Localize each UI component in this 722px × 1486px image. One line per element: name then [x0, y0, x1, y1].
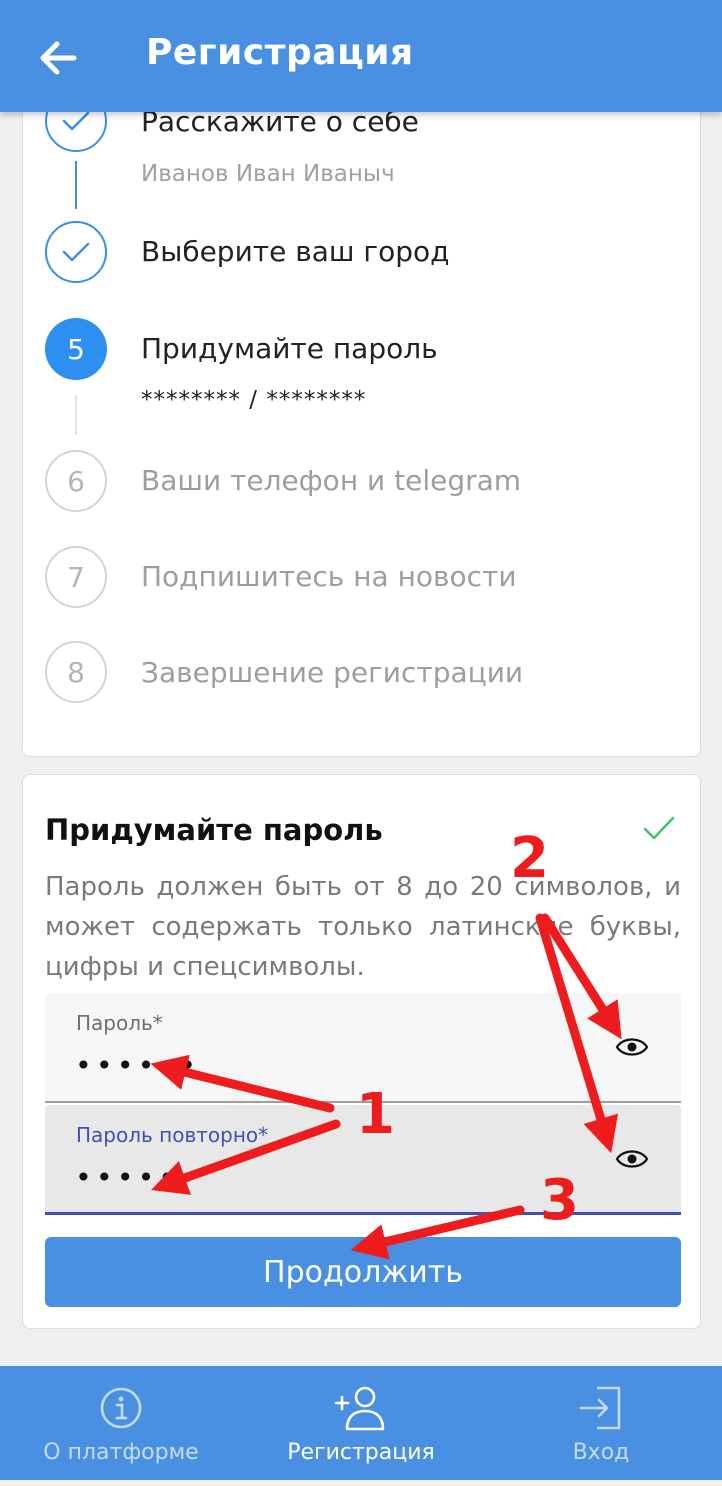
app-bar: Регистрация: [0, 0, 722, 112]
check-icon: [62, 242, 90, 262]
password-hint: Пароль должен быть от 8 до 20 символов, …: [45, 872, 681, 982]
stepper-card: Расскажите о себе Иванов Иван Иваныч Выб…: [22, 60, 701, 757]
login-icon: [579, 1386, 621, 1430]
repeat-password-input[interactable]: ••••••: [75, 1161, 200, 1194]
step-2-done-circle: [45, 221, 107, 283]
nav-item-registration[interactable]: Регистрация: [241, 1366, 481, 1480]
step-8-circle: 8: [45, 641, 107, 703]
page-title: Регистрация: [146, 32, 414, 73]
nav-item-about[interactable]: О платформе: [1, 1366, 241, 1480]
arrow-left-icon[interactable]: [30, 30, 86, 86]
annotation-number-3: 3: [540, 1168, 579, 1233]
info-icon: [100, 1387, 142, 1429]
nav-item-login[interactable]: Вход: [481, 1366, 721, 1480]
step-2-title[interactable]: Выберите ваш город: [141, 235, 450, 268]
step-8-title: Завершение регистрации: [141, 656, 524, 689]
step-7-circle: 7: [45, 546, 107, 608]
repeat-password-label: Пароль повторно*: [76, 1123, 269, 1147]
bottom-navigation: О платформе Регистрация Вход: [0, 1366, 722, 1480]
nav-label: Вход: [572, 1440, 630, 1465]
password-label: Пароль*: [76, 1011, 163, 1035]
check-icon: [62, 111, 90, 131]
step-6-title: Ваши телефон и telegram: [141, 464, 522, 497]
add-user-icon: [334, 1386, 385, 1431]
step-5-active-circle: 5: [45, 318, 107, 380]
step-number: 6: [67, 464, 85, 498]
step-6-circle: 6: [45, 450, 107, 512]
password-section-title: Придумайте пароль: [45, 813, 383, 847]
step-connector: [75, 161, 77, 209]
step-7-title: Подпишитесь на новости: [141, 560, 517, 593]
step-number: 8: [67, 655, 85, 689]
step-number: 5: [67, 332, 85, 366]
annotation-number-2: 2: [510, 826, 549, 891]
step-connector: [75, 395, 77, 435]
eye-icon[interactable]: [615, 1147, 649, 1171]
annotation-number-1: 1: [356, 1082, 395, 1147]
continue-button[interactable]: Продолжить: [45, 1237, 681, 1307]
step-1-subtitle: Иванов Иван Иваныч: [141, 161, 395, 187]
eye-icon[interactable]: [615, 1035, 649, 1059]
step-number: 7: [67, 560, 85, 594]
check-icon: [643, 816, 675, 840]
nav-label: О платформе: [43, 1440, 199, 1465]
step-5-subtitle: ******** / ********: [141, 387, 367, 413]
step-5-title[interactable]: Придумайте пароль: [141, 332, 438, 365]
nav-label: Регистрация: [287, 1440, 435, 1465]
password-input[interactable]: ••••••: [75, 1049, 200, 1082]
password-card: Придумайте пароль Пароль должен быть от …: [22, 774, 701, 1329]
